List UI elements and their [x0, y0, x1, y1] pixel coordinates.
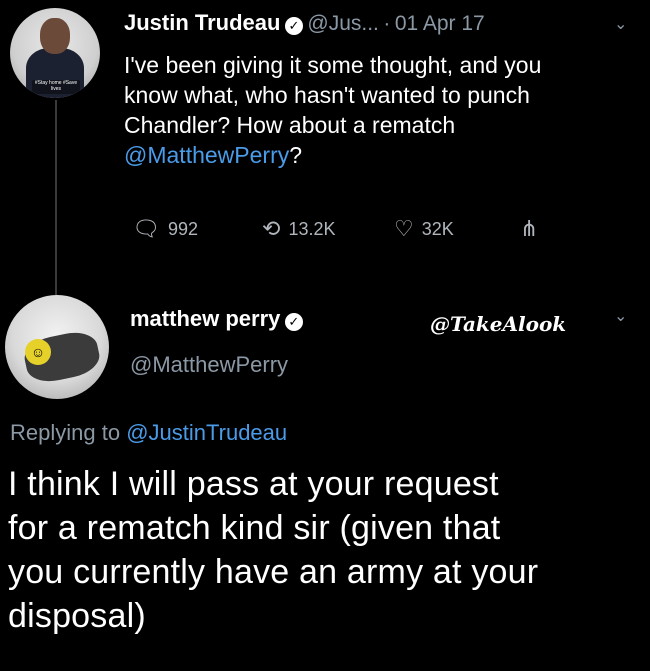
tweet1-date[interactable]: 01 Apr 17: [395, 12, 485, 35]
reply-icon: 🗨: [132, 216, 160, 241]
replying-to: Replying to @JustinTrudeau: [10, 420, 287, 446]
reply-count: 992: [167, 218, 198, 239]
retweet-count: 13.2K: [288, 218, 336, 239]
tweet1-header: Justin Trudeau ✓ @Jus... · 01 Apr 17: [124, 10, 485, 36]
separator: ·: [383, 12, 391, 35]
mention-link[interactable]: @MatthewPerry: [124, 142, 289, 168]
tweet2-display-name[interactable]: matthew perry: [130, 306, 280, 331]
watermark: @TakeAlook: [430, 312, 567, 336]
like-action[interactable]: ♡ 32K: [394, 218, 454, 240]
share-icon: ⋔: [520, 216, 539, 241]
chevron-down-icon[interactable]: ⌄: [614, 306, 627, 326]
verified-badge-icon: ✓: [284, 16, 303, 35]
avatar-tag: #Stay home #Save lives: [32, 80, 80, 94]
tweet2-line: you currently have an army at your: [8, 553, 539, 591]
smiley-ball: ☺: [25, 339, 51, 365]
retweet-action[interactable]: ⟲ 13.2K: [262, 218, 335, 240]
replying-to-link[interactable]: @JustinTrudeau: [126, 420, 287, 445]
tweet1-line: know what, who hasn't wanted to punch: [124, 82, 530, 108]
mention-suffix: ?: [289, 142, 303, 168]
tweet1-line: I've been giving it some thought, and yo…: [124, 52, 542, 78]
tweet2-text: I think I will pass at your request for …: [8, 462, 538, 638]
tweet2-header: matthew perry ✓: [130, 306, 303, 332]
trudeau-avatar[interactable]: #Stay home #Save lives: [10, 8, 100, 98]
tweet1-display-name[interactable]: Justin Trudeau: [124, 10, 280, 35]
tweet1-text: I've been giving it some thought, and yo…: [124, 50, 541, 170]
like-count: 32K: [421, 218, 454, 239]
reply-action[interactable]: 🗨 992: [132, 218, 198, 240]
heart-icon: ♡: [394, 216, 414, 241]
tweet2-line: disposal): [8, 597, 146, 635]
tweet1-line: @MatthewPerry?: [124, 140, 541, 170]
tweet2-line: I think I will pass at your request: [8, 465, 499, 503]
tweet1-handle[interactable]: @Jus...: [307, 12, 379, 35]
share-action[interactable]: ⋔: [520, 218, 538, 240]
tweet2-handle[interactable]: @MatthewPerry: [130, 352, 288, 378]
chevron-down-icon[interactable]: ⌄: [614, 14, 627, 34]
avatar-head: [40, 18, 70, 54]
replying-prefix: Replying to: [10, 420, 121, 445]
verified-badge-icon: ✓: [284, 312, 303, 331]
matthew-perry-avatar[interactable]: ☺: [5, 295, 109, 399]
tweet1-line: Chandler? How about a rematch: [124, 112, 456, 138]
retweet-icon: ⟲: [262, 216, 281, 241]
thread-line: [55, 100, 57, 295]
tweet2-line: for a rematch kind sir (given that: [8, 509, 501, 547]
